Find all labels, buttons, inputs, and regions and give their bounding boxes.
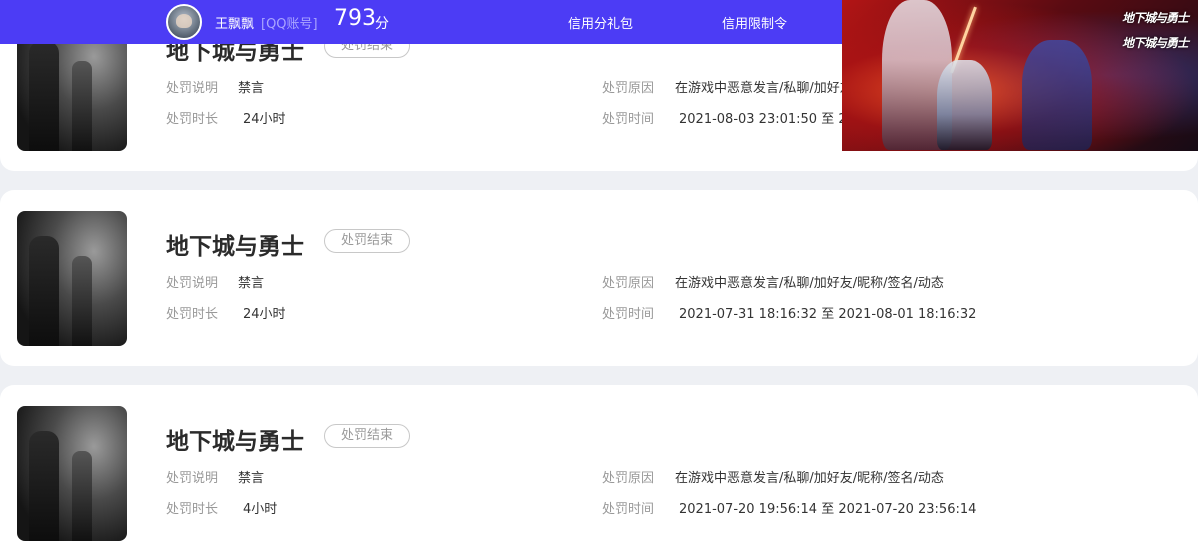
- game-logo: 地下城与勇士: [1121, 11, 1189, 25]
- penalty-desc-label: 处罚说明: [166, 471, 219, 486]
- username: 王飘飘: [215, 17, 255, 32]
- nav-credit-gift[interactable]: 信用分礼包: [568, 13, 633, 32]
- nav-credit-limit[interactable]: 信用限制令: [722, 13, 787, 32]
- penalty-desc-value: 禁言: [238, 81, 265, 96]
- penalty-time-label: 处罚时间: [602, 112, 655, 127]
- account-type: [QQ账号]: [261, 17, 318, 32]
- penalty-duration-label: 处罚时长: [166, 112, 219, 127]
- penalty-desc-value: 禁言: [238, 471, 265, 486]
- character-art: [1022, 40, 1092, 150]
- penalty-reason-value: 在游戏中恶意发言/私聊/加好友/昵称/签名/动态: [675, 276, 944, 291]
- game-logo: 地下城与勇士: [1121, 36, 1189, 50]
- game-thumbnail: [17, 406, 127, 541]
- game-title: 地下城与勇士: [166, 429, 304, 455]
- penalty-duration-value: 24小时: [243, 112, 286, 127]
- penalty-time-value: 2021-07-31 18:16:32 至 2021-08-01 18:16:3…: [679, 307, 977, 322]
- status-badge: 处罚结束: [324, 424, 410, 448]
- penalty-record-card: 地下城与勇士 处罚结束 处罚说明 禁言 处罚时长 24小时 处罚原因 在游戏中恶…: [0, 190, 1198, 366]
- penalty-reason-label: 处罚原因: [602, 471, 655, 486]
- penalty-reason-label: 处罚原因: [602, 276, 655, 291]
- user-avatar[interactable]: [166, 4, 202, 40]
- penalty-duration-value: 4小时: [243, 502, 278, 517]
- character-art: [937, 60, 992, 150]
- penalty-desc-value: 禁言: [238, 276, 265, 291]
- game-banner-ad[interactable]: 地下城与勇士 地下城与勇士: [842, 0, 1198, 151]
- penalty-duration-label: 处罚时长: [166, 307, 219, 322]
- penalty-record-card: 地下城与勇士 处罚结束 处罚说明 禁言 处罚时长 4小时 处罚原因 在游戏中恶意…: [0, 385, 1198, 560]
- game-thumbnail: [17, 211, 127, 346]
- penalty-time-value: 2021-07-20 19:56:14 至 2021-07-20 23:56:1…: [679, 502, 977, 517]
- penalty-duration-label: 处罚时长: [166, 502, 219, 517]
- game-title: 地下城与勇士: [166, 234, 304, 260]
- penalty-duration-value: 24小时: [243, 307, 286, 322]
- penalty-desc-label: 处罚说明: [166, 81, 219, 96]
- status-badge: 处罚结束: [324, 229, 410, 253]
- penalty-time-label: 处罚时间: [602, 502, 655, 517]
- credit-score-unit: 分: [375, 16, 389, 32]
- penalty-reason-label: 处罚原因: [602, 81, 655, 96]
- credit-score: 793: [334, 6, 376, 31]
- penalty-desc-label: 处罚说明: [166, 276, 219, 291]
- penalty-reason-value: 在游戏中恶意发言/私聊/加好友/昵称/签名/动态: [675, 471, 944, 486]
- penalty-time-label: 处罚时间: [602, 307, 655, 322]
